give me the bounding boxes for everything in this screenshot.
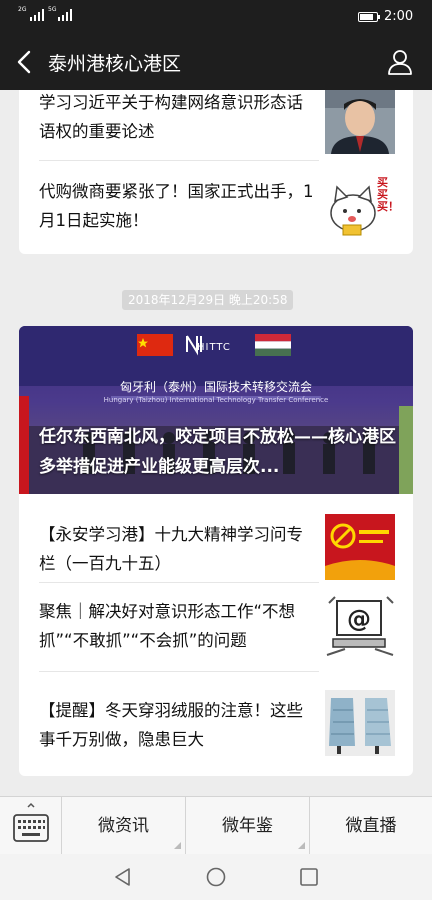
sticker-text: 买买买！ <box>377 176 395 213</box>
cover-article[interactable]: HITTC 匈牙利（泰州）国际技术转移交流会 Hungary (Taizhou)… <box>19 326 413 494</box>
system-back-icon[interactable] <box>112 866 134 888</box>
article-item[interactable]: 【永安学习港】十九大精神学习问专栏（一百九十五） <box>19 494 413 582</box>
article-thumbnail <box>325 90 395 154</box>
official-account-menu: 微资讯 微年鉴 微直播 <box>0 796 432 855</box>
sim2-label: 5G <box>48 6 57 13</box>
article-card: HITTC 匈牙利（泰州）国际技术转移交流会 Hungary (Taizhou)… <box>19 326 413 776</box>
nav-bar: 泰州港核心港区 <box>0 34 432 90</box>
signal-icon <box>30 9 44 21</box>
sim1-label: 2G <box>18 6 27 13</box>
article-item[interactable]: 学习习近平关于构建网络意识形态话语权的重要论述 <box>19 90 413 160</box>
banner-subtitle: 匈牙利（泰州）国际技术转移交流会 <box>119 380 312 394</box>
article-item[interactable]: 【提醒】冬天穿羽绒服的注意！这些事千万别做，隐患巨大 <box>19 672 413 772</box>
back-arrow-icon[interactable] <box>14 49 36 75</box>
article-title: 聚焦｜解决好对意识形态工作“不想抓”“不敢抓”“不会抓”的问题 <box>39 602 296 650</box>
down-jacket-photo-icon <box>325 690 395 756</box>
battery-icon <box>358 12 380 22</box>
article-thumbnail: 买买买！ <box>325 173 395 239</box>
system-recents-icon[interactable] <box>298 866 320 888</box>
china-flag-icon <box>137 334 173 356</box>
status-bar: 2G 5G 2:00 <box>0 0 432 34</box>
keyboard-toggle-button[interactable] <box>0 797 62 855</box>
article-title: 【永安学习港】十九大精神学习问专栏（一百九十五） <box>39 525 303 573</box>
article-item[interactable]: 代购微商要紧张了！国家正式出手，1月1日起实施！ 买买买！ <box>19 161 413 253</box>
menu-tab-label: 微年鉴 <box>222 816 273 836</box>
article-title: 学习习近平关于构建网络意识形态话语权的重要论述 <box>39 93 303 141</box>
menu-tab-live[interactable]: 微直播 <box>310 797 432 855</box>
message-timestamp: 2018年12月29日 晚上20:58 <box>122 290 294 310</box>
banner-logo: HITTC <box>197 342 231 353</box>
signal-icon <box>58 9 72 21</box>
menu-tab-news[interactable]: 微资讯 <box>62 797 186 855</box>
system-navigation-bar <box>0 854 432 900</box>
message-feed[interactable]: 学习习近平关于构建网络意识形态话语权的重要论述 代购微商要紧张了！国家正式出手，… <box>0 90 432 796</box>
menu-tab-label: 微直播 <box>345 816 397 836</box>
submenu-indicator-icon <box>298 842 305 849</box>
keyboard-icon <box>13 802 49 842</box>
portrait-photo-icon <box>325 90 395 154</box>
page-title: 泰州港核心港区 <box>48 53 182 75</box>
article-thumbnail <box>325 514 395 580</box>
submenu-indicator-icon <box>174 842 181 849</box>
system-home-icon[interactable] <box>205 866 227 888</box>
article-title: 代购微商要紧张了！国家正式出手，1月1日起实施！ <box>39 182 314 230</box>
article-thumbnail: @ <box>325 593 395 659</box>
article-card: 学习习近平关于构建网络意识形态话语权的重要论述 代购微商要紧张了！国家正式出手，… <box>19 90 413 254</box>
menu-tab-yearbook[interactable]: 微年鉴 <box>186 797 310 855</box>
computer-at-sign-illustration-icon: @ <box>326 596 394 656</box>
battery-fill <box>360 14 373 20</box>
menu-tab-label: 微资讯 <box>98 816 149 836</box>
clock: 2:00 <box>384 9 414 24</box>
article-title: 【提醒】冬天穿羽绒服的注意！这些事千万别做，隐患巨大 <box>39 701 303 749</box>
svg-text:@: @ <box>347 605 371 633</box>
party-emblem-banner-icon <box>325 514 395 580</box>
banner-subtitle-en: Hungary (Taizhou) International Technolo… <box>103 396 329 404</box>
profile-icon[interactable] <box>386 48 414 76</box>
hungary-flag-icon <box>255 334 291 356</box>
article-item[interactable]: 聚焦｜解决好对意识形态工作“不想抓”“不敢抓”“不会抓”的问题 @ <box>19 583 413 671</box>
article-thumbnail <box>325 690 395 756</box>
cover-title: 任尔东西南北风，咬定项目不放松——核心港区多举措促进产业能级更高层次... <box>39 427 396 477</box>
